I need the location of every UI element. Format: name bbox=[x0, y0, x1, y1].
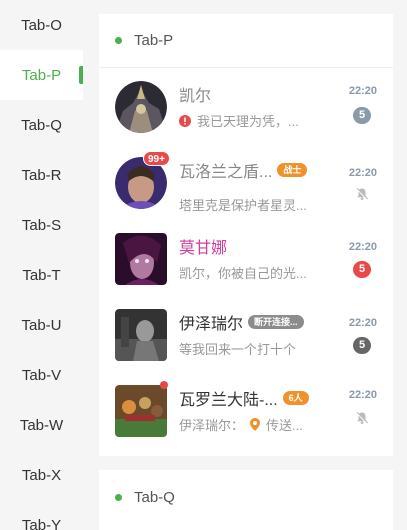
unread-count-badge: 5 bbox=[353, 337, 371, 354]
sidebar-tab-x[interactable]: Tab-X bbox=[0, 450, 83, 500]
avatar-unread-badge: 99+ bbox=[143, 151, 170, 166]
conversation-preview: 凯尔，你被自己的光... bbox=[179, 266, 307, 281]
conversation-row[interactable]: 莫甘娜 凯尔，你被自己的光... 22:20 5 bbox=[99, 221, 393, 297]
sidebar-tab-u[interactable]: Tab-U bbox=[0, 300, 83, 350]
section-card-p: Tab-P 凯尔 我已天理为凭，... 22:20 5 99+ 瓦洛兰之盾...… bbox=[99, 14, 393, 456]
conversation-row[interactable]: 99+ 瓦洛兰之盾... 战士 塔里克是保护者星灵... 22:20 bbox=[99, 145, 393, 221]
conversation-name: 莫甘娜 bbox=[179, 240, 228, 257]
sidebar-tab-y[interactable]: Tab-Y bbox=[0, 500, 83, 530]
unread-dot bbox=[160, 381, 168, 389]
sidebar-tab-s[interactable]: Tab-S bbox=[0, 200, 83, 250]
location-icon bbox=[250, 418, 261, 431]
section-title: Tab-Q bbox=[134, 488, 175, 506]
conversation-name: 瓦洛兰之盾... 战士 bbox=[179, 158, 308, 182]
sidebar-tab-p[interactable]: Tab-P bbox=[0, 50, 83, 100]
sidebar-tab-v[interactable]: Tab-V bbox=[0, 350, 83, 400]
conversation-row[interactable]: 瓦罗兰大陆-... 6人 伊泽瑞尔： 传送... 22:20 bbox=[99, 373, 393, 449]
sidebar-tab-t[interactable]: Tab-T bbox=[0, 250, 83, 300]
section-header: Tab-P bbox=[99, 14, 393, 68]
role-tag: 战士 bbox=[277, 163, 308, 177]
conversation-time: 22:20 bbox=[348, 85, 377, 97]
status-tag: 断开连接... bbox=[248, 315, 304, 329]
member-count-tag: 6人 bbox=[282, 391, 309, 405]
conversation-name: 伊泽瑞尔 断开连接... bbox=[179, 310, 304, 334]
section-title: Tab-P bbox=[134, 32, 174, 49]
conversation-time: 22:20 bbox=[348, 167, 377, 179]
sidebar-tab-w[interactable]: Tab-W bbox=[0, 400, 83, 450]
section-header: Tab-Q bbox=[99, 470, 393, 524]
mute-bell-icon bbox=[356, 187, 369, 201]
sidebar-tab-q[interactable]: Tab-Q bbox=[0, 100, 83, 150]
main-content: Tab-P 凯尔 我已天理为凭，... 22:20 5 99+ 瓦洛兰之盾...… bbox=[99, 0, 393, 530]
conversation-time: 22:20 bbox=[348, 241, 377, 253]
avatar bbox=[115, 233, 167, 285]
avatar bbox=[115, 385, 167, 437]
conversation-preview: 等我回来一个打十个 bbox=[179, 342, 297, 357]
conversation-preview: 我已天理为凭，... bbox=[179, 111, 299, 130]
conversation-preview: 塔里克是保护者星灵... bbox=[179, 198, 307, 213]
sidebar-tab-r[interactable]: Tab-R bbox=[0, 150, 83, 200]
conversation-name: 凯尔 bbox=[179, 88, 212, 105]
unread-count-badge: 5 bbox=[353, 261, 371, 278]
section-dot-icon bbox=[115, 493, 122, 501]
error-icon bbox=[179, 114, 191, 127]
section-dot-icon bbox=[115, 37, 122, 44]
avatar bbox=[115, 81, 167, 133]
conversation-name: 瓦罗兰大陆-... 6人 bbox=[179, 386, 309, 410]
sidebar-tab-o[interactable]: Tab-O bbox=[0, 0, 83, 50]
conversation-row[interactable]: 伊泽瑞尔 断开连接... 等我回来一个打十个 22:20 5 bbox=[99, 297, 393, 373]
conversation-preview: 伊泽瑞尔： 传送... bbox=[179, 418, 303, 433]
unread-count-badge: 5 bbox=[353, 107, 371, 124]
avatar bbox=[115, 309, 167, 361]
section-card-q: Tab-Q bbox=[99, 470, 393, 530]
conversation-time: 22:20 bbox=[348, 317, 377, 329]
conversation-row[interactable]: 凯尔 我已天理为凭，... 22:20 5 bbox=[99, 69, 393, 145]
mute-bell-icon bbox=[356, 411, 369, 425]
sidebar: Tab-O Tab-P Tab-Q Tab-R Tab-S Tab-T Tab-… bbox=[0, 0, 83, 530]
conversation-time: 22:20 bbox=[348, 389, 377, 401]
